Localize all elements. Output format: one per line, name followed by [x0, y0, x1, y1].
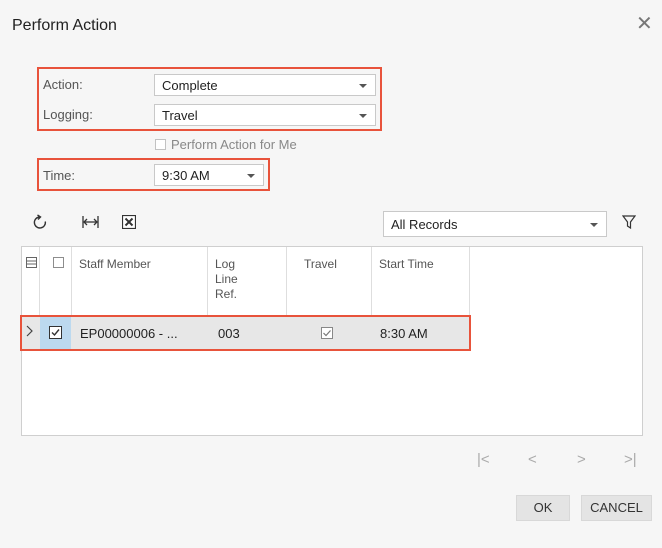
- cancel-button[interactable]: CANCEL: [581, 495, 652, 521]
- header-log-line-ref-line3: Ref.: [215, 287, 238, 301]
- column-divider: [207, 247, 208, 316]
- column-divider: [71, 247, 72, 316]
- select-all-checkbox[interactable]: [53, 257, 64, 268]
- perform-action-dialog: Perform Action ✕ Action: Complete Loggin…: [0, 0, 662, 548]
- perform-for-me-label: Perform Action for Me: [171, 137, 297, 152]
- header-staff-member[interactable]: Staff Member: [79, 257, 151, 272]
- grid-settings-icon[interactable]: [26, 256, 37, 271]
- close-icon[interactable]: ✕: [636, 14, 653, 34]
- column-divider: [286, 247, 287, 316]
- filter-icon[interactable]: [621, 215, 637, 234]
- last-page-icon[interactable]: >|: [624, 451, 637, 468]
- column-divider: [39, 247, 40, 316]
- perform-for-me-checkbox[interactable]: [155, 139, 166, 150]
- ok-button[interactable]: OK: [516, 495, 570, 521]
- column-divider: [371, 247, 372, 316]
- fit-columns-icon[interactable]: [82, 215, 99, 234]
- refresh-icon[interactable]: [33, 214, 47, 235]
- header-log-line-ref-line1: Log: [215, 257, 236, 271]
- first-page-icon[interactable]: |<: [477, 451, 490, 468]
- header-start-time[interactable]: Start Time: [379, 257, 434, 272]
- records-filter-select[interactable]: All Records: [383, 211, 607, 237]
- highlight-box: [37, 67, 382, 131]
- chevron-down-icon: [590, 223, 598, 227]
- export-excel-icon[interactable]: [121, 214, 137, 234]
- next-page-icon[interactable]: >: [577, 451, 586, 468]
- prev-page-icon[interactable]: <: [528, 451, 537, 468]
- header-log-line-ref[interactable]: Log Line Ref.: [215, 257, 238, 302]
- records-filter-value: All Records: [391, 217, 458, 232]
- highlight-box: [20, 315, 471, 351]
- header-travel[interactable]: Travel: [304, 257, 337, 272]
- header-log-line-ref-line2: Line: [215, 272, 238, 286]
- highlight-box: [37, 158, 270, 191]
- dialog-title: Perform Action: [12, 17, 117, 34]
